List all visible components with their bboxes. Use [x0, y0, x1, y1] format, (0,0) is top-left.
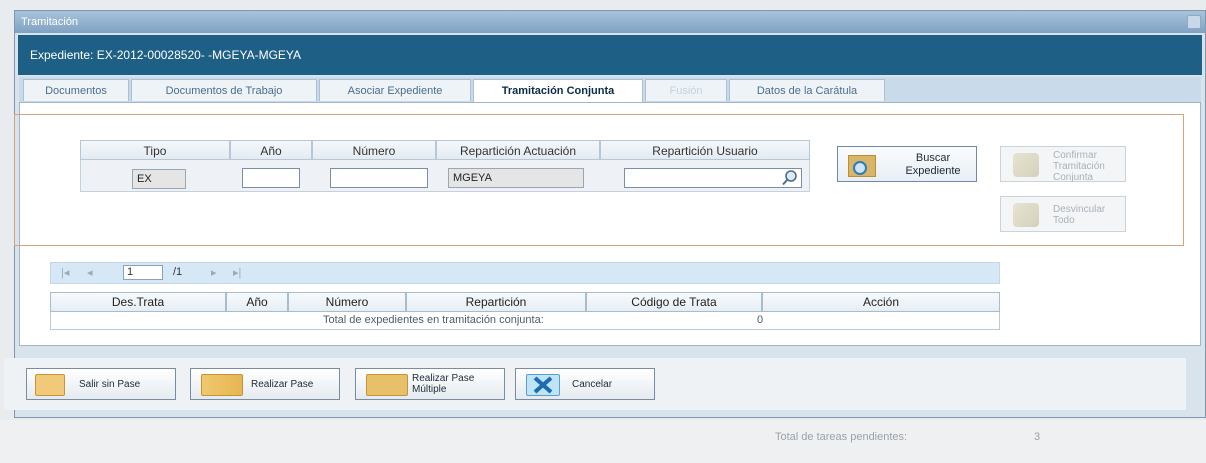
- col-codigo-trata: Código de Trata: [586, 292, 762, 312]
- col-numero: Número: [312, 140, 436, 160]
- col-reparticion-actuacion: Repartición Actuación: [436, 140, 600, 160]
- folder-arrow-icon: [201, 374, 243, 396]
- tab-tramitacion-conjunta[interactable]: Tramitación Conjunta: [473, 79, 643, 103]
- tab-datos-caratula[interactable]: Datos de la Carátula: [729, 79, 885, 101]
- col-anio: Año: [230, 140, 312, 160]
- first-page-icon[interactable]: |◂: [61, 266, 69, 279]
- numero-field[interactable]: [330, 168, 428, 188]
- realizar-pase-button[interactable]: Realizar Pase: [190, 368, 340, 400]
- col-reparticion-usuario: Repartición Usuario: [600, 140, 810, 160]
- col-res-reparticion: Repartición: [406, 292, 586, 312]
- window-titlebar[interactable]: Tramitación: [15, 11, 1205, 33]
- page-total: /1: [173, 266, 183, 278]
- col-res-anio: Año: [226, 292, 288, 312]
- realizar-pase-multiple-button[interactable]: Realizar Pase Múltiple: [355, 368, 505, 400]
- total-expedientes-value: 0: [757, 314, 764, 326]
- inbox-icon: [35, 374, 65, 396]
- background-page: Total de tareas pendientes: 3: [0, 420, 1206, 463]
- next-page-icon[interactable]: ▸: [211, 266, 217, 279]
- tab-fusion: Fusión: [645, 79, 727, 101]
- unlink-icon: [1013, 203, 1039, 227]
- pending-tasks-label: Total de tareas pendientes:: [775, 431, 908, 443]
- tab-bar: Documentos Documentos de Trabajo Asociar…: [19, 77, 1201, 103]
- tipo-field: EX: [132, 169, 186, 189]
- cancel-icon: [526, 374, 560, 396]
- reparticion-usuario-field[interactable]: [624, 168, 802, 188]
- cancelar-button[interactable]: Cancelar: [515, 368, 655, 400]
- page-number-field[interactable]: 1: [123, 265, 163, 280]
- last-page-icon[interactable]: ▸|: [233, 266, 241, 279]
- tools-icon: [1013, 153, 1039, 177]
- folders-arrows-icon: [366, 374, 408, 396]
- tab-asociar-expediente[interactable]: Asociar Expediente: [319, 79, 471, 101]
- pagination-bar: |◂ ◂ 1 /1 ▸ ▸|: [50, 262, 1000, 284]
- folder-search-icon: [848, 155, 876, 177]
- salir-sin-pase-button[interactable]: Salir sin Pase: [26, 368, 176, 400]
- pending-tasks-value: 3: [1034, 431, 1041, 443]
- desvincular-todo-button: Desvincular Todo: [1000, 196, 1126, 232]
- tab-documentos[interactable]: Documentos: [23, 79, 129, 101]
- confirmar-tramitacion-button: Confirmar Tramitación Conjunta: [1000, 146, 1126, 183]
- prev-page-icon[interactable]: ◂: [87, 266, 93, 279]
- expediente-header: Expediente: EX-2012-00028520- -MGEYA-MGE…: [18, 35, 1202, 75]
- col-res-numero: Número: [288, 292, 406, 312]
- reparticion-actuacion-field: MGEYA: [448, 168, 584, 188]
- results-total-row: Total de expedientes en tramitación conj…: [50, 312, 1000, 330]
- col-des-trata: Des.Trata: [50, 292, 226, 312]
- search-icon[interactable]: [781, 169, 799, 187]
- tab-documentos-trabajo[interactable]: Documentos de Trabajo: [131, 79, 317, 101]
- col-accion: Acción: [762, 292, 1000, 312]
- buscar-expediente-button[interactable]: Buscar Expediente: [837, 146, 977, 182]
- col-tipo: Tipo: [80, 140, 230, 160]
- window-title: Tramitación: [21, 16, 79, 28]
- close-icon[interactable]: [1187, 15, 1201, 29]
- total-expedientes-label: Total de expedientes en tramitación conj…: [323, 314, 544, 326]
- anio-field[interactable]: [242, 168, 300, 188]
